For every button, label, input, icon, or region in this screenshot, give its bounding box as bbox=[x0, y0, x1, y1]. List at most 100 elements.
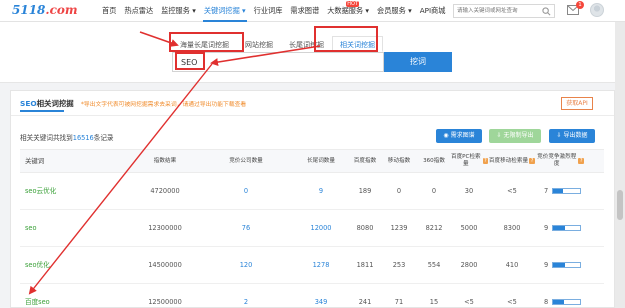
nav-item-5[interactable]: 需求图谱 bbox=[286, 0, 323, 22]
get-api-button[interactable]: 获取API bbox=[561, 97, 593, 110]
column-header-pc-volume: 百度PC检索量? bbox=[450, 150, 488, 172]
nav-item-3[interactable]: 关键词挖掘 ▾ bbox=[200, 0, 250, 22]
mobile-index-cell: 1239 bbox=[390, 224, 408, 232]
baidu-index-cell: 189 bbox=[358, 187, 372, 195]
annotation-box-keyword bbox=[175, 52, 205, 70]
export-data-button[interactable]: ⇩ 导出数据 bbox=[549, 129, 595, 143]
search-icon[interactable] bbox=[542, 7, 551, 16]
longtail-cell[interactable]: 12000 bbox=[292, 210, 350, 247]
top-navigation-bar: 5118.com 首页 热点雷达 监控服务 ▾ 关键词挖掘 ▾ 行业词库 需求图谱 大数据服… bbox=[0, 0, 625, 22]
nav-item-label: 关键词挖掘 ▾ bbox=[203, 6, 246, 15]
competition-value: 7 bbox=[544, 187, 549, 195]
pc-volume-cell: 2800 bbox=[460, 261, 478, 269]
companies-cell[interactable]: 2 bbox=[200, 284, 292, 308]
competition-bar bbox=[552, 262, 582, 268]
companies-cell[interactable]: 0 bbox=[200, 173, 292, 210]
top-search-box[interactable] bbox=[453, 4, 555, 18]
keyword-cell[interactable]: seo bbox=[20, 210, 130, 247]
nav-item-6[interactable]: 大数据服务 ▾ HOT bbox=[323, 0, 373, 22]
nav-item-4[interactable]: 行业词库 bbox=[250, 0, 287, 22]
keyword-search-area: 海量长尾词挖掘网站挖掘长尾词挖掘相关词挖掘 挖词 bbox=[0, 22, 625, 83]
column-header-360-label: 360指数 bbox=[423, 157, 445, 164]
nav-item-label: 大数据服务 ▾ bbox=[327, 6, 370, 15]
column-header-mobile: 移动指数 bbox=[380, 150, 418, 172]
export-note: *导出文字代表可被网挖掘需求去采词，请通过导出功能下载查看 bbox=[81, 102, 247, 108]
360-index-cell: 554 bbox=[427, 261, 441, 269]
longtail-cell[interactable]: 9 bbox=[292, 173, 350, 210]
scrollbar-thumb[interactable] bbox=[617, 190, 623, 220]
table-header: 关键词 指数结果 竞价公司数量 长尾词数量 百度指数 移动指数 360指数 百度… bbox=[20, 149, 604, 173]
competition-bar bbox=[552, 299, 582, 305]
keyword-cell[interactable]: 百度seo bbox=[20, 284, 130, 308]
column-header-companies: 竞价公司数量 bbox=[200, 150, 292, 172]
baidu-index-cell: 241 bbox=[358, 298, 372, 306]
pc-volume-cell: 5000 bbox=[460, 224, 478, 232]
pc-volume-cell: <5 bbox=[464, 298, 474, 306]
column-header-longtail: 长尾词数量 bbox=[292, 150, 350, 172]
column-header-keyword-label: 关键词 bbox=[25, 156, 45, 165]
panel-divider bbox=[11, 115, 614, 116]
annotation-box-tab-related bbox=[314, 26, 378, 52]
results-title: SEO相关词挖掘 bbox=[20, 98, 74, 112]
column-header-longtail-label: 长尾词数量 bbox=[307, 157, 335, 164]
help-icon[interactable]: ? bbox=[529, 158, 536, 164]
results-title-keyword: SEO bbox=[20, 99, 37, 108]
nav-item-label: 监控服务 ▾ bbox=[161, 6, 196, 15]
graph-icon: ◉ bbox=[443, 132, 451, 139]
user-avatar[interactable] bbox=[590, 3, 604, 17]
summary-suffix: 条记录 bbox=[93, 134, 114, 142]
column-header-companies-label: 竞价公司数量 bbox=[229, 157, 263, 164]
nav-item-label: 会员服务 ▾ bbox=[377, 6, 412, 15]
summary-count: 16516 bbox=[72, 134, 94, 142]
dig-button[interactable]: 挖词 bbox=[384, 52, 452, 72]
top-search-input[interactable] bbox=[454, 5, 540, 17]
summary-prefix: 相关关键词共找到 bbox=[20, 134, 73, 142]
logo-text: 5118 bbox=[12, 3, 46, 17]
nav-item-0[interactable]: 首页 bbox=[98, 0, 120, 22]
logo-suffix: .com bbox=[45, 3, 78, 17]
competition-bar-fill bbox=[553, 226, 566, 230]
help-icon[interactable]: ? bbox=[578, 158, 584, 164]
mobile-index-cell: 253 bbox=[392, 261, 406, 269]
nav-item-1[interactable]: 热点雷达 bbox=[120, 0, 157, 22]
column-header-mobile-volume-label: 百度移动检索量 bbox=[488, 157, 529, 164]
nav-item-8[interactable]: API商城 bbox=[416, 0, 450, 22]
nav-item-7[interactable]: 会员服务 ▾ bbox=[373, 0, 416, 22]
column-header-mobile-label: 移动指数 bbox=[387, 157, 411, 164]
competition-cell: 7 bbox=[544, 173, 604, 210]
nav-item-label: 首页 bbox=[102, 6, 117, 15]
demand-graph-button[interactable]: ◉ 需求图谱 bbox=[436, 129, 482, 143]
mobile-volume-cell: 8300 bbox=[503, 224, 521, 232]
competition-bar-fill bbox=[553, 300, 564, 304]
competition-bar-fill bbox=[553, 263, 566, 267]
keyword-cell[interactable]: seo优化 bbox=[20, 247, 130, 284]
nav-item-label: 行业词库 bbox=[253, 6, 283, 15]
360-index-cell: 15 bbox=[429, 298, 439, 306]
longtail-cell[interactable]: 349 bbox=[292, 284, 350, 308]
nav-item-2[interactable]: 监控服务 ▾ bbox=[157, 0, 200, 22]
demand-graph-label: 需求图谱 bbox=[450, 132, 475, 139]
companies-cell[interactable]: 120 bbox=[200, 247, 292, 284]
column-header-index-label: 指数结果 bbox=[153, 157, 177, 164]
competition-cell: 9 bbox=[544, 247, 604, 284]
column-header-competition-label: 竞价竞争激烈程度 bbox=[537, 154, 577, 167]
longtail-cell[interactable]: 1278 bbox=[292, 247, 350, 284]
table-row: seo 12300000 76 12000 8080 1239 8212 5000 8300 9 bbox=[20, 210, 604, 247]
column-header-baidu: 百度指数 bbox=[350, 150, 380, 172]
annotation-box-tab-massive bbox=[169, 32, 244, 52]
page-scrollbar[interactable] bbox=[615, 22, 625, 308]
index-cell: 12500000 bbox=[148, 298, 182, 306]
column-header-keyword: 关键词 bbox=[20, 150, 130, 172]
results-title-underline bbox=[20, 110, 64, 112]
index-cell: 12300000 bbox=[148, 224, 182, 232]
baidu-index-cell: 1811 bbox=[356, 261, 374, 269]
message-count-badge: 1 bbox=[576, 1, 584, 9]
keyword-cell[interactable]: seo云优化 bbox=[20, 173, 130, 210]
mobile-volume-cell: <5 bbox=[507, 187, 517, 195]
companies-cell[interactable]: 76 bbox=[200, 210, 292, 247]
site-logo[interactable]: 5118.com bbox=[12, 3, 78, 17]
column-header-index: 指数结果 bbox=[130, 150, 200, 172]
360-index-cell: 8212 bbox=[425, 224, 443, 232]
pc-volume-cell: 30 bbox=[464, 187, 474, 195]
unlimited-export-button[interactable]: ⇩ 无限制导出 bbox=[489, 129, 541, 143]
